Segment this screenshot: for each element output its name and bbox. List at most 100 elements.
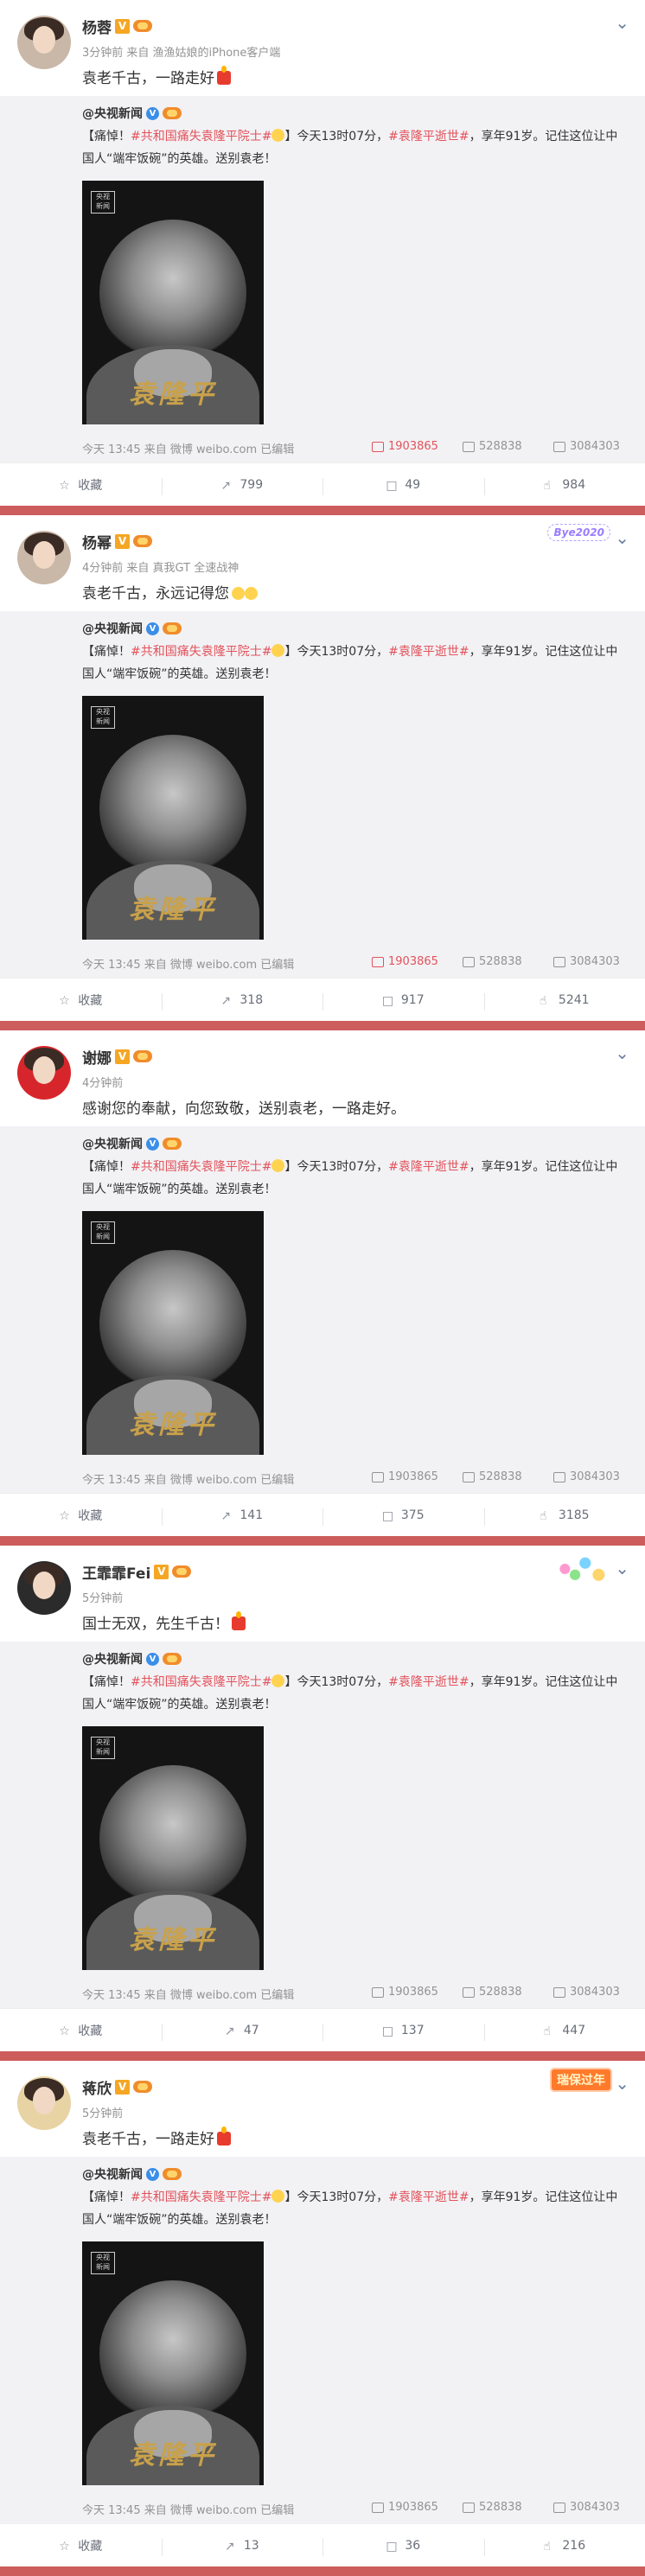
chevron-down-icon[interactable]: ⌄ <box>615 527 629 548</box>
like-icon <box>553 957 565 967</box>
like-button[interactable]: ☝216 <box>484 2539 645 2553</box>
repost-comments-stat[interactable]: 528838 <box>463 955 522 968</box>
action-bar: ☆收藏 ↗47 □137 ☝447 <box>0 2008 645 2052</box>
like-button[interactable]: ☝984 <box>484 478 645 492</box>
collect-label: 收藏 <box>78 2022 102 2039</box>
chevron-down-icon[interactable]: ⌄ <box>615 1043 629 1063</box>
photo-seal: 央视 新闻 <box>91 2252 115 2274</box>
repost-author[interactable]: @央视新闻 <box>82 105 143 122</box>
hashtag-link[interactable]: #袁隆平逝世# <box>388 130 469 143</box>
comment-button[interactable]: □49 <box>322 478 484 492</box>
repost-author[interactable]: @央视新闻 <box>82 2165 143 2183</box>
author-row: 杨幂 V <box>82 531 152 552</box>
repost-likes-stat[interactable]: 3084303 <box>553 2501 620 2514</box>
hashtag-link[interactable]: #共和国痛失袁隆平院士# <box>131 1160 271 1174</box>
photo-calligraphy: 袁隆平 <box>82 2433 264 2471</box>
repost-button[interactable]: ↗799 <box>162 478 323 492</box>
repost-likes-stat[interactable]: 3084303 <box>553 1470 620 1483</box>
repost-block[interactable]: @央视新闻 V 【痛悼！#共和国痛失袁隆平院士#】今天13时07分，#袁隆平逝世… <box>0 611 645 978</box>
author-name[interactable]: 杨蓉 <box>82 16 112 37</box>
share-icon: ↗ <box>220 994 233 1006</box>
hashtag-link[interactable]: #袁隆平逝世# <box>388 1675 469 1689</box>
like-button[interactable]: ☝447 <box>484 2024 645 2037</box>
repost-text: 【痛悼！#共和国痛失袁隆平院士#】今天13时07分，#袁隆平逝世#，享年91岁。… <box>82 1156 627 1201</box>
post-text: 国士无双，先生千古！ <box>82 1611 246 1633</box>
hashtag-link[interactable]: #袁隆平逝世# <box>388 2190 469 2204</box>
repost-photo[interactable]: 央视 新闻 袁隆平 <box>82 1211 264 1455</box>
author-name[interactable]: 杨幂 <box>82 531 112 552</box>
collect-button[interactable]: ☆收藏 <box>0 476 162 494</box>
avatar[interactable] <box>17 1046 71 1100</box>
repost-comments-count: 528838 <box>479 1470 522 1483</box>
repost-reposts-stat[interactable]: 1903865 <box>372 2501 438 2514</box>
verified-blue-v-icon: V <box>146 2168 159 2181</box>
hashtag-link[interactable]: #共和国痛失袁隆平院士# <box>131 130 271 143</box>
author-name[interactable]: 王霏霏Fei <box>82 1561 150 1583</box>
chevron-down-icon[interactable]: ⌄ <box>615 12 629 33</box>
repost-comments-stat[interactable]: 528838 <box>463 1470 522 1483</box>
collect-button[interactable]: ☆收藏 <box>0 1507 162 1524</box>
repost-reposts-stat[interactable]: 1903865 <box>372 1986 438 1999</box>
chevron-down-icon[interactable]: ⌄ <box>615 2073 629 2094</box>
comment-button[interactable]: □917 <box>322 993 484 1007</box>
candle-emoji-icon <box>217 71 231 85</box>
comment-button[interactable]: □375 <box>322 1508 484 1522</box>
avatar[interactable] <box>17 2076 71 2130</box>
collect-button[interactable]: ☆收藏 <box>0 992 162 1009</box>
hashtag-link[interactable]: #共和国痛失袁隆平院士# <box>131 645 271 659</box>
star-icon: ☆ <box>59 479 72 491</box>
repost-button[interactable]: ↗141 <box>162 1508 323 1522</box>
hashtag-link[interactable]: #共和国痛失袁隆平院士# <box>131 1675 271 1689</box>
like-button[interactable]: ☝5241 <box>484 993 645 1007</box>
like-button[interactable]: ☝3185 <box>484 1508 645 1522</box>
repost-button[interactable]: ↗318 <box>162 993 323 1007</box>
cry-emoji-icon <box>245 587 258 600</box>
repost-meta: 今天 13:45 来自 微博 weibo.com 已编辑 <box>82 1986 294 2002</box>
repost-button[interactable]: ↗13 <box>162 2539 323 2553</box>
repost-comments-stat[interactable]: 528838 <box>463 2501 522 2514</box>
author-name[interactable]: 蒋欣 <box>82 2076 112 2098</box>
repost-photo[interactable]: 央视 新闻 袁隆平 <box>82 696 264 940</box>
collect-button[interactable]: ☆收藏 <box>0 2022 162 2039</box>
author-row: 谢娜 V <box>82 1046 152 1067</box>
vip-level-icon <box>133 2081 152 2093</box>
author-row: 杨蓉 V <box>82 16 152 36</box>
repost-photo[interactable]: 央视 新闻 袁隆平 <box>82 1726 264 1970</box>
avatar[interactable] <box>17 16 71 69</box>
repost-likes-stat[interactable]: 3084303 <box>553 1986 620 1999</box>
repost-reposts-stat[interactable]: 1903865 <box>372 440 438 453</box>
like-count: 447 <box>562 2024 585 2037</box>
repost-block[interactable]: @央视新闻 V 【痛悼！#共和国痛失袁隆平院士#】今天13时07分，#袁隆平逝世… <box>0 1126 645 1493</box>
collect-button[interactable]: ☆收藏 <box>0 2537 162 2554</box>
repost-author[interactable]: @央视新闻 <box>82 620 143 637</box>
repost-likes-stat[interactable]: 3084303 <box>553 440 620 453</box>
repost-button[interactable]: ↗47 <box>162 2024 323 2037</box>
comment-button[interactable]: □137 <box>322 2024 484 2037</box>
repost-photo[interactable]: 央视 新闻 袁隆平 <box>82 181 264 424</box>
avatar[interactable] <box>17 531 71 584</box>
repost-reposts-stat[interactable]: 1903865 <box>372 955 438 968</box>
comment-button[interactable]: □36 <box>322 2539 484 2553</box>
repost-count: 47 <box>244 2024 259 2037</box>
comment-icon: □ <box>386 2540 399 2552</box>
repost-comments-stat[interactable]: 528838 <box>463 440 522 453</box>
repost-photo[interactable]: 央视 新闻 袁隆平 <box>82 2241 264 2485</box>
hashtag-link[interactable]: #袁隆平逝世# <box>388 1160 469 1174</box>
repost-author[interactable]: @央视新闻 <box>82 1135 143 1152</box>
repost-likes-stat[interactable]: 3084303 <box>553 955 620 968</box>
hashtag-link[interactable]: #共和国痛失袁隆平院士# <box>131 2190 271 2204</box>
repost-block[interactable]: @央视新闻 V 【痛悼！#共和国痛失袁隆平院士#】今天13时07分，#袁隆平逝世… <box>0 2157 645 2523</box>
repost-author[interactable]: @央视新闻 <box>82 1650 143 1667</box>
repost-text: 【痛悼！#共和国痛失袁隆平院士#】今天13时07分，#袁隆平逝世#，享年91岁。… <box>82 641 627 685</box>
repost-block[interactable]: @央视新闻 V 【痛悼！#共和国痛失袁隆平院士#】今天13时07分，#袁隆平逝世… <box>0 96 645 462</box>
avatar[interactable] <box>17 1561 71 1615</box>
chevron-down-icon[interactable]: ⌄ <box>615 1558 629 1578</box>
repost-reposts-count: 1903865 <box>388 1470 438 1483</box>
repost-reposts-stat[interactable]: 1903865 <box>372 1470 438 1483</box>
author-name[interactable]: 谢娜 <box>82 1046 112 1068</box>
repost-block[interactable]: @央视新闻 V 【痛悼！#共和国痛失袁隆平院士#】今天13时07分，#袁隆平逝世… <box>0 1642 645 2008</box>
weibo-post: 杨幂 V 4分钟前 来自 真我GT 全速战神 袁老千古，永远记得您 Bye202… <box>0 515 645 1021</box>
hashtag-link[interactable]: #袁隆平逝世# <box>388 645 469 659</box>
action-bar: ☆收藏 ↗13 □36 ☝216 <box>0 2523 645 2567</box>
repost-comments-stat[interactable]: 528838 <box>463 1986 522 1999</box>
